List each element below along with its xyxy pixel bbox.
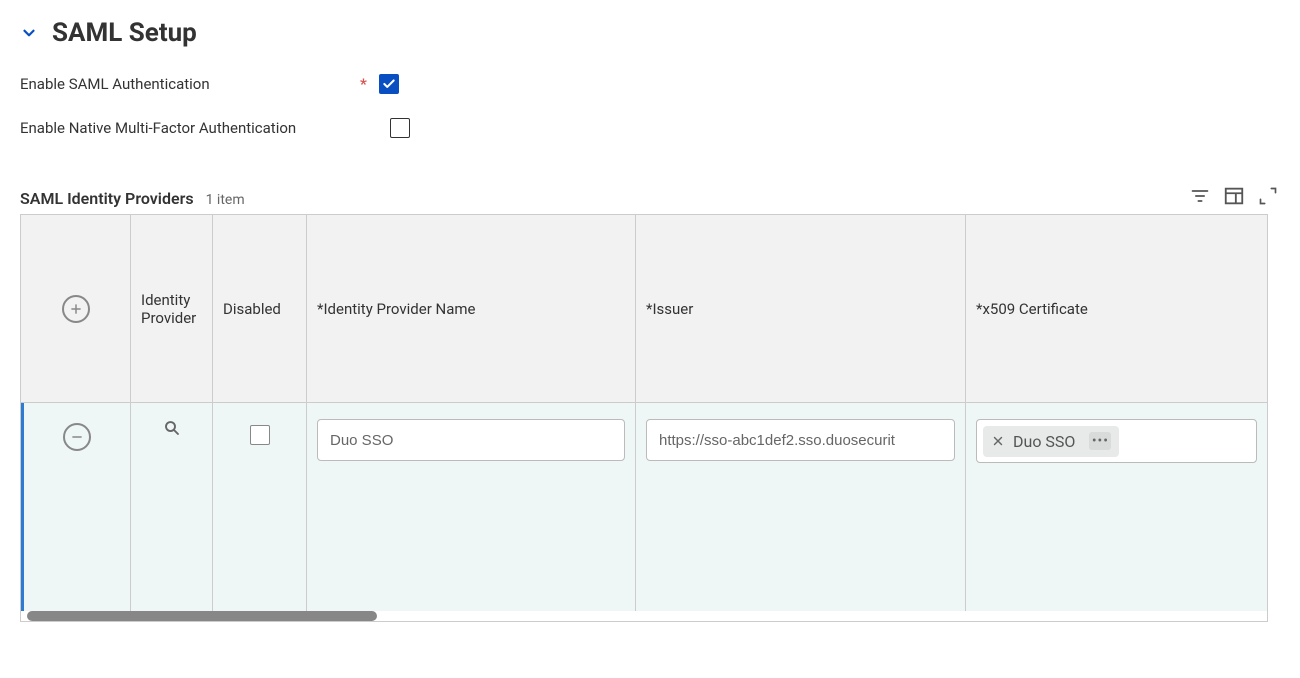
issuer-input[interactable] [646,419,955,461]
cell-cert: Duo SSO ••• [966,403,1267,611]
cert-chip-label: Duo SSO [1013,432,1075,451]
expand-icon[interactable] [1256,184,1280,208]
add-row-button[interactable] [62,295,90,323]
cert-input[interactable]: Duo SSO ••• [976,419,1257,463]
cell-remove [24,403,131,611]
column-identity-provider: Identity Provider [131,215,213,403]
section-title: SAML Setup [52,18,197,48]
enable-mfa-checkbox[interactable] [390,118,410,138]
column-cert: *x509 Certificate [966,215,1267,403]
cell-identity-provider [131,403,213,611]
chevron-down-icon[interactable] [20,24,38,42]
column-add [21,215,131,403]
section-header: SAML Setup [20,18,1280,48]
column-issuer: *Issuer [636,215,966,403]
search-icon[interactable] [163,419,181,441]
column-name: *Identity Provider Name [307,215,636,403]
remove-row-button[interactable] [63,423,91,451]
table-count: 1 item [206,192,245,208]
cell-disabled [213,403,307,611]
scrollbar-thumb[interactable] [27,611,377,621]
identity-providers-table: Identity Provider Disabled *Identity Pro… [20,214,1268,622]
more-icon[interactable]: ••• [1089,432,1111,450]
close-icon[interactable] [991,434,1005,448]
cell-name [307,403,636,611]
table-toolbar [1188,184,1280,208]
identity-provider-name-input[interactable] [317,419,625,461]
required-star-icon: * [360,75,367,93]
enable-saml-checkbox[interactable] [379,74,399,94]
column-disabled: Disabled [213,215,307,403]
enable-mfa-row: Enable Native Multi-Factor Authenticatio… [20,118,1280,138]
table-header: SAML Identity Providers 1 item [20,184,1280,208]
cell-issuer [636,403,966,611]
horizontal-scrollbar[interactable] [21,611,1267,621]
disabled-checkbox[interactable] [250,425,270,445]
table-row: Duo SSO ••• [21,403,1267,611]
table-label: SAML Identity Providers [20,189,194,208]
enable-mfa-label: Enable Native Multi-Factor Authenticatio… [20,119,390,137]
enable-saml-row: Enable SAML Authentication * [20,74,1280,94]
table-header-row: Identity Provider Disabled *Identity Pro… [21,215,1267,403]
columns-icon[interactable] [1222,184,1246,208]
cert-chip: Duo SSO ••• [983,426,1119,457]
filter-icon[interactable] [1188,184,1212,208]
enable-saml-label: Enable SAML Authentication [20,75,360,93]
